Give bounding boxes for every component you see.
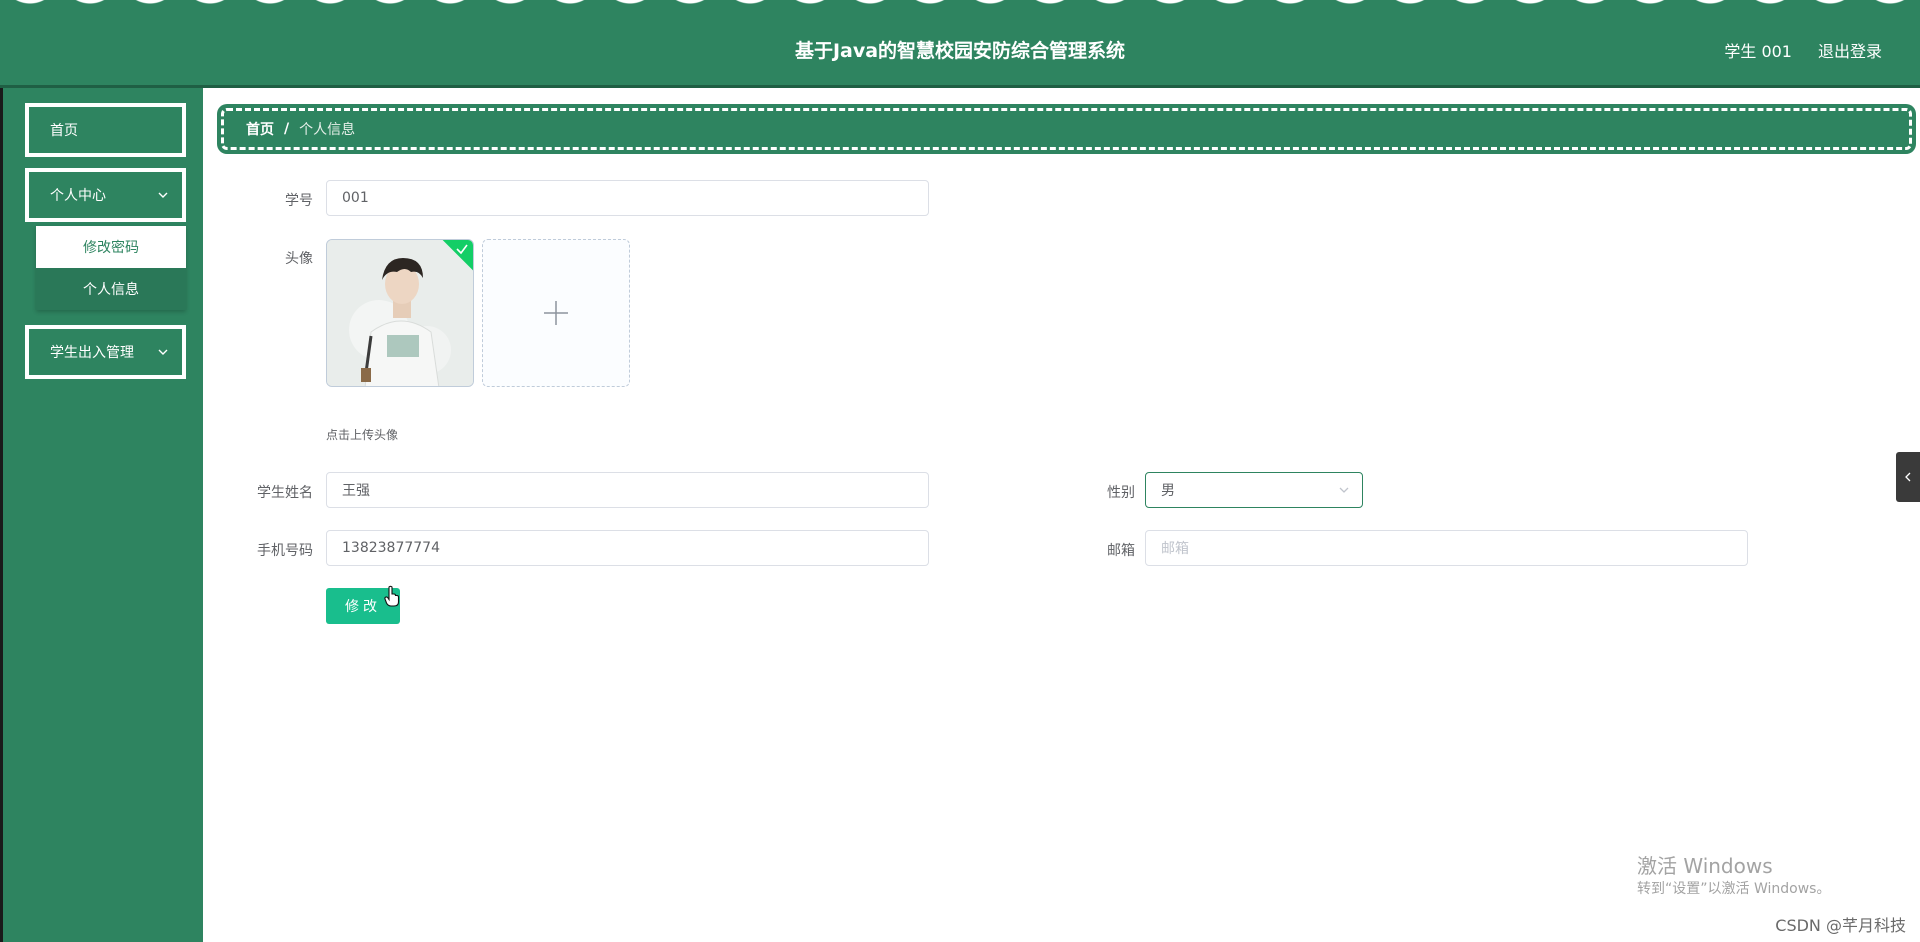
sidebar-item-home[interactable]: 首页 bbox=[25, 103, 186, 157]
sidebar-item-label: 首页 bbox=[50, 123, 78, 139]
student-id-value: 001 bbox=[342, 190, 369, 206]
breadcrumb-inner: 首页 / 个人信息 bbox=[221, 108, 1912, 150]
email-input[interactable]: 邮箱 bbox=[1145, 530, 1748, 566]
submenu-item-change-password[interactable]: 修改密码 bbox=[36, 226, 186, 268]
plus-icon bbox=[544, 301, 568, 325]
chevron-left-icon bbox=[1905, 472, 1911, 482]
current-user: 学生 001 bbox=[1724, 42, 1792, 61]
sidebar-item-label: 个人中心 bbox=[50, 188, 106, 204]
phone-input[interactable]: 13823877774 bbox=[326, 530, 929, 566]
gender-label: 性别 bbox=[1107, 485, 1135, 501]
windows-activation-title: 激活 Windows bbox=[1637, 854, 1773, 878]
avatar-upload-button[interactable] bbox=[482, 239, 630, 387]
sidebar-item-personal-center[interactable]: 个人中心 bbox=[25, 168, 186, 222]
avatar-image bbox=[327, 240, 473, 386]
avatar-label: 头像 bbox=[285, 251, 313, 267]
personal-center-submenu: 修改密码 个人信息 bbox=[36, 226, 186, 310]
avatar-preview[interactable] bbox=[326, 239, 474, 387]
submenu-item-personal-info[interactable]: 个人信息 bbox=[36, 268, 186, 310]
email-label: 邮箱 bbox=[1107, 543, 1135, 559]
phone-label: 手机号码 bbox=[257, 543, 313, 559]
header-scallop-decoration bbox=[0, 0, 1920, 36]
logout-link[interactable]: 退出登录 bbox=[1818, 38, 1882, 62]
email-placeholder: 邮箱 bbox=[1161, 541, 1189, 557]
breadcrumb-home[interactable]: 首页 bbox=[246, 119, 274, 139]
student-id-label: 学号 bbox=[285, 193, 313, 209]
breadcrumb: 首页 / 个人信息 bbox=[217, 104, 1916, 154]
sidebar-item-student-access[interactable]: 学生出入管理 bbox=[25, 325, 186, 379]
side-panel-toggle[interactable] bbox=[1896, 452, 1920, 502]
name-input[interactable]: 王强 bbox=[326, 472, 929, 508]
csdn-watermark: CSDN @芊月科技 bbox=[1775, 916, 1906, 935]
windows-activation-hint: 转到“设置”以激活 Windows。 bbox=[1637, 881, 1831, 897]
sidebar: 首页 个人中心 修改密码 个人信息 学生出入管理 bbox=[0, 88, 203, 942]
chevron-down-icon bbox=[1339, 487, 1349, 493]
chevron-down-icon bbox=[158, 349, 168, 355]
phone-value: 13823877774 bbox=[342, 540, 440, 556]
sidebar-item-label: 学生出入管理 bbox=[50, 345, 134, 361]
system-title: 基于Java的智慧校园安防综合管理系统 bbox=[794, 40, 1126, 62]
student-id-input[interactable]: 001 bbox=[326, 180, 929, 216]
name-value: 王强 bbox=[342, 483, 370, 499]
check-icon bbox=[456, 244, 468, 255]
main-content: 首页 / 个人信息 学号 001 头像 点击上传头像 学生姓名 王强 性别 男 … bbox=[203, 88, 1920, 942]
breadcrumb-separator: / bbox=[284, 121, 290, 137]
upload-tip: 点击上传头像 bbox=[326, 428, 399, 442]
header-bar: 基于Java的智慧校园安防综合管理系统 学生 001 退出登录 bbox=[0, 0, 1920, 88]
chevron-down-icon bbox=[158, 192, 168, 198]
gender-select[interactable]: 男 bbox=[1145, 472, 1363, 508]
gender-value: 男 bbox=[1161, 483, 1175, 499]
hand-cursor-icon bbox=[384, 585, 400, 607]
name-label: 学生姓名 bbox=[257, 485, 313, 501]
breadcrumb-current: 个人信息 bbox=[299, 122, 356, 138]
app-root: 基于Java的智慧校园安防综合管理系统 学生 001 退出登录 首页 个人中心 … bbox=[0, 0, 1920, 942]
